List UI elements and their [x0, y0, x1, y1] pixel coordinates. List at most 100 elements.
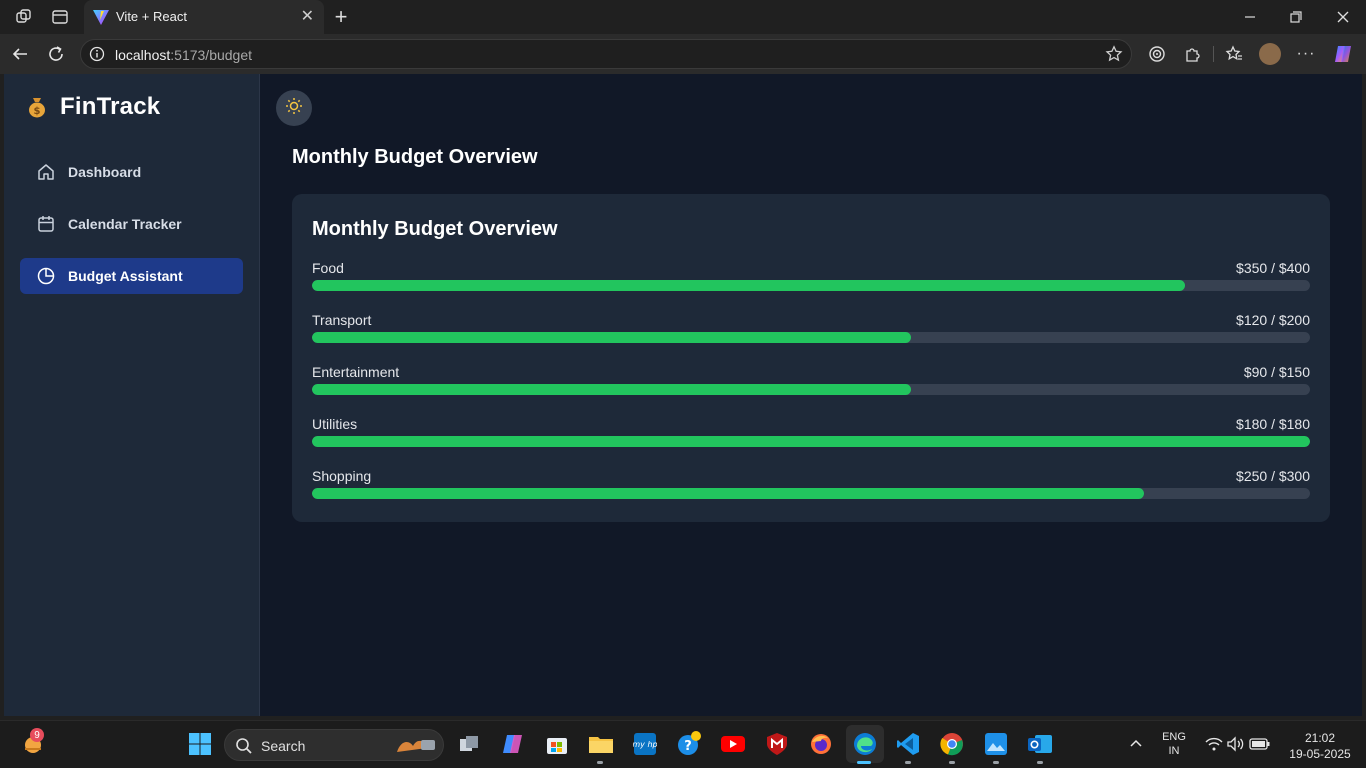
progress-fill [312, 384, 911, 395]
weather-icon[interactable]: 9 [20, 728, 46, 758]
main-content: Monthly Budget Overview Monthly Budget O… [260, 74, 1362, 716]
theme-toggle-button[interactable] [276, 90, 312, 126]
new-tab-button[interactable]: + [330, 4, 352, 29]
sun-icon [285, 97, 303, 120]
taskbar: 9 Search my hp ? ENG IN 21:02 19-05-2025 [0, 720, 1366, 768]
edge-icon-active[interactable] [846, 725, 884, 763]
chrome-icon[interactable] [939, 731, 965, 757]
profile-avatar[interactable] [1259, 43, 1281, 65]
brand[interactable]: $ FinTrack [24, 93, 160, 121]
budget-amount: $90 / $150 [1243, 364, 1310, 380]
sidebar-item-calendar-tracker[interactable]: Calendar Tracker [20, 206, 243, 242]
card-title: Monthly Budget Overview [312, 218, 558, 240]
clock-time: 21:02 [1304, 731, 1336, 745]
battery-icon[interactable] [1247, 731, 1273, 757]
outlook-icon[interactable] [1027, 731, 1053, 757]
task-view-icon[interactable] [456, 731, 482, 757]
sidebar-item-label: Budget Assistant [68, 268, 183, 284]
budget-row-transport: Transport $120 / $200 [312, 312, 1310, 348]
tracking-icon[interactable] [1146, 43, 1168, 65]
volume-icon[interactable] [1223, 731, 1249, 757]
sidebar-item-budget-assistant[interactable]: Budget Assistant [20, 258, 243, 294]
firefox-icon[interactable] [808, 731, 834, 757]
clock[interactable]: 21:02 19-05-2025 [1282, 731, 1358, 761]
language-indicator[interactable]: ENG IN [1158, 731, 1190, 757]
myhp-icon[interactable]: my hp [632, 731, 658, 757]
get-help-icon[interactable]: ? [676, 731, 702, 757]
budget-row-shopping: Shopping $250 / $300 [312, 468, 1310, 504]
site-info-icon[interactable] [89, 46, 105, 67]
workspaces-icon[interactable] [13, 6, 35, 28]
progress-track [312, 280, 1310, 291]
favorites-icon[interactable] [1223, 43, 1245, 65]
sidebar-item-label: Dashboard [68, 164, 142, 180]
address-bar[interactable]: localhost:5173/budget [80, 39, 1132, 69]
chevron-up-icon[interactable] [1123, 731, 1149, 757]
tab-close-icon[interactable]: ✕ [301, 7, 314, 27]
minimize-icon[interactable] [1238, 5, 1262, 29]
money-bag-icon: $ [24, 94, 50, 120]
budget-amount: $120 / $200 [1236, 312, 1310, 328]
active-indicator [857, 761, 871, 764]
progress-track [312, 436, 1310, 447]
budget-category: Entertainment [312, 364, 400, 380]
budget-row-entertainment: Entertainment $90 / $150 [312, 364, 1310, 400]
copilot-icon[interactable] [1332, 43, 1354, 65]
vscode-icon[interactable] [895, 731, 921, 757]
search-label: Search [261, 738, 306, 754]
progress-fill [312, 332, 911, 343]
home-icon [36, 162, 56, 182]
region-code: IN [1168, 745, 1180, 757]
copilot-app-icon[interactable] [500, 731, 526, 757]
more-options-icon[interactable]: ··· [1295, 43, 1317, 65]
back-icon[interactable] [9, 43, 31, 65]
language-code: ENG [1162, 731, 1186, 743]
sidebar: $ FinTrack Dashboard Calendar Tracker Bu… [4, 74, 260, 716]
restore-icon[interactable] [1284, 5, 1308, 29]
extensions-icon[interactable] [1182, 43, 1204, 65]
favorite-star-icon[interactable] [1105, 45, 1123, 68]
progress-fill [312, 488, 1144, 499]
search-icon [235, 737, 253, 760]
budget-category: Food [312, 260, 344, 276]
budget-amount: $350 / $400 [1236, 260, 1310, 276]
file-explorer-icon[interactable] [588, 731, 614, 757]
windows-start-icon[interactable] [187, 731, 213, 757]
clock-date: 19-05-2025 [1289, 747, 1351, 761]
pie-chart-icon [36, 266, 56, 286]
sidebar-item-label: Calendar Tracker [68, 216, 182, 232]
budget-category: Utilities [312, 416, 358, 432]
svg-text:$: $ [34, 106, 41, 117]
progress-fill [312, 280, 1186, 291]
budget-amount: $250 / $300 [1236, 468, 1310, 484]
budget-card: Monthly Budget Overview Food $350 / $400… [292, 194, 1330, 522]
browser-tab-bar: Vite + React ✕ + [0, 0, 1366, 34]
tab-actions-icon[interactable] [49, 6, 71, 28]
refresh-icon[interactable] [45, 43, 67, 65]
microsoft-store-icon[interactable] [544, 731, 570, 757]
vite-logo-icon [92, 8, 110, 31]
progress-fill [312, 436, 1310, 447]
running-indicator [949, 761, 955, 764]
url-path: :5173/budget [170, 47, 253, 63]
search-highlight-icon [393, 734, 437, 763]
budget-category: Shopping [312, 468, 372, 484]
browser-tab-active[interactable]: Vite + React ✕ [84, 0, 324, 34]
toolbar-divider [1213, 46, 1214, 62]
taskbar-search[interactable]: Search [224, 729, 444, 761]
photos-icon[interactable] [983, 731, 1009, 757]
mcafee-icon[interactable] [764, 731, 790, 757]
running-indicator [1037, 761, 1043, 764]
close-window-icon[interactable] [1331, 5, 1355, 29]
calendar-icon [36, 214, 56, 234]
youtube-icon[interactable] [720, 731, 746, 757]
sidebar-item-dashboard[interactable]: Dashboard [20, 154, 243, 190]
tab-title: Vite + React [116, 9, 187, 24]
brand-title: FinTrack [60, 93, 161, 120]
progress-track [312, 384, 1310, 395]
svg-text:?: ? [684, 739, 692, 754]
running-indicator [597, 761, 603, 764]
budget-row-utilities: Utilities $180 / $180 [312, 416, 1310, 452]
url-text: localhost:5173/budget [115, 47, 252, 63]
progress-track [312, 488, 1310, 499]
